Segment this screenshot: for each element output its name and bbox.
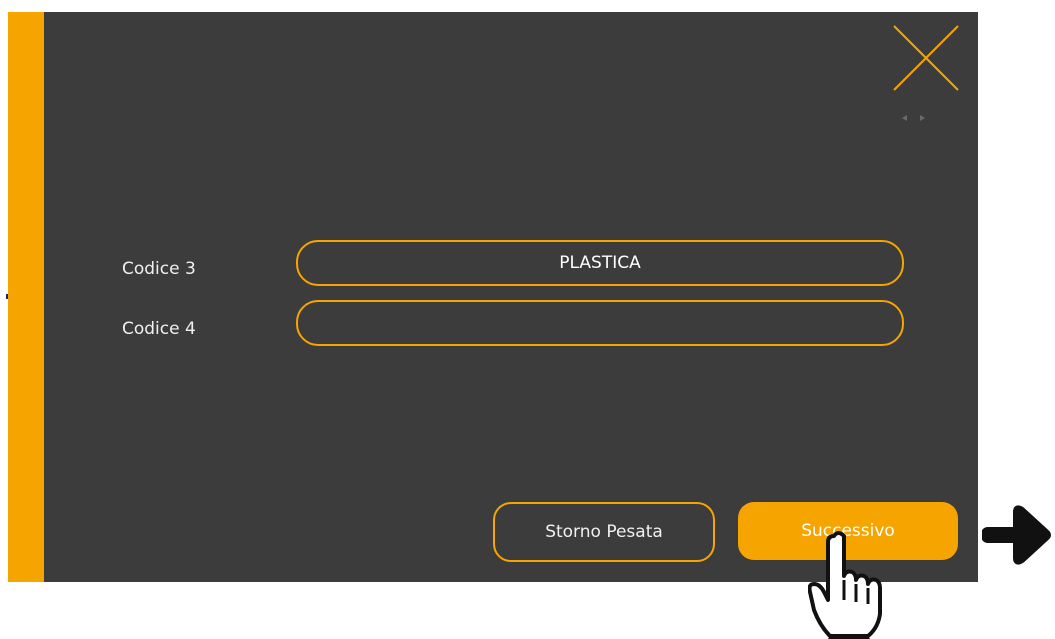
storno-pesata-button[interactable]: Storno Pesata bbox=[493, 502, 715, 562]
accent-sidebar bbox=[8, 12, 44, 582]
edge-mark bbox=[6, 294, 8, 299]
codice-4-label: Codice 4 bbox=[122, 319, 196, 339]
screen: Codice 3 PLASTICA Codice 4 Storno Pesata… bbox=[0, 0, 1055, 639]
small-left-right-arrows-icon bbox=[896, 110, 932, 124]
hand-pointer-icon bbox=[807, 530, 900, 639]
close-button[interactable] bbox=[890, 22, 962, 94]
right-arrow-icon bbox=[981, 490, 1052, 580]
codice-3-field[interactable]: PLASTICA bbox=[296, 240, 904, 286]
codice-4-field[interactable] bbox=[296, 300, 904, 346]
dialog-panel bbox=[8, 12, 978, 582]
codice-3-label: Codice 3 bbox=[122, 259, 196, 279]
close-x-icon bbox=[893, 25, 959, 91]
